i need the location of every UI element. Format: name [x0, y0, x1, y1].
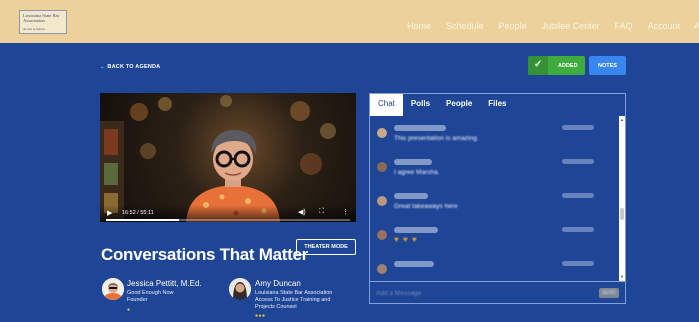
- check-icon: ✓: [534, 59, 543, 70]
- chat-message: Great takeaways here: [370, 187, 619, 217]
- speaker-name: Amy Duncan: [255, 279, 301, 288]
- added-to-agenda-button[interactable]: ✓ ADDED: [528, 56, 585, 75]
- avatar: [377, 230, 387, 240]
- tab-people[interactable]: People: [438, 94, 480, 116]
- main-nav: Home Schedule People Jubilee Center FAQ …: [407, 21, 680, 31]
- notes-button[interactable]: NOTES: [589, 56, 626, 75]
- chat-panel: Chat Polls People Files This presentatio…: [369, 93, 626, 304]
- session-title: Conversations That Matter: [101, 245, 308, 264]
- message-time: [562, 159, 594, 164]
- avatar: [229, 278, 251, 300]
- message-time: [562, 193, 594, 198]
- avatar: [377, 196, 387, 206]
- message-author: [394, 193, 428, 199]
- logo-line-1: Louisiana State Bar Association: [23, 13, 60, 23]
- message-author: [394, 159, 432, 165]
- message-text: I agree Marsha.: [394, 169, 440, 176]
- chat-message: ♥ ♥ ♥: [370, 221, 619, 251]
- speaker-role: Founder: [127, 297, 148, 303]
- message-author: [394, 227, 438, 233]
- message-author: [394, 125, 446, 131]
- speaker-dots: ●: [127, 307, 131, 313]
- fullscreen-icon[interactable]: ⛶: [319, 208, 324, 216]
- nav-home[interactable]: Home: [407, 21, 431, 31]
- play-icon[interactable]: ▶: [107, 209, 112, 217]
- session-page: ← BACK TO AGENDA ✓ ADDED NOTES ▶ 16:52 /…: [0, 43, 699, 322]
- chat-message-input[interactable]: [376, 287, 592, 299]
- message-time: [562, 227, 594, 232]
- speaker-organization: Louisiana State Bar Association: [255, 290, 333, 296]
- send-button[interactable]: SEND: [599, 288, 619, 298]
- book: [104, 163, 118, 185]
- bokeh-light: [130, 103, 148, 121]
- speaker-organization: Good Enough Now: [127, 290, 174, 296]
- theater-mode-button[interactable]: THEATER MODE: [296, 239, 356, 255]
- nav-overflow-item[interactable]: A: [694, 21, 699, 31]
- message-time: [562, 125, 594, 130]
- speaker-name: Jessica Pettitt, M.Ed.: [127, 279, 202, 288]
- send-label: SEND: [602, 290, 616, 296]
- speaker-dots: ●●●: [255, 313, 266, 319]
- more-vertical-icon[interactable]: ⋮: [342, 208, 349, 216]
- chat-scrollbar[interactable]: ▲ ▼: [619, 116, 625, 281]
- scroll-down-icon[interactable]: ▼: [619, 274, 625, 279]
- video-progress-fill: [106, 219, 180, 221]
- chat-message: This presentation is amazing.: [370, 119, 619, 149]
- message-text: Great takeaways here: [394, 203, 458, 210]
- logo-line-2: Access to Justice: [23, 27, 45, 31]
- bokeh-light: [300, 153, 322, 175]
- theater-mode-label: THEATER MODE: [304, 244, 348, 250]
- message-time: [562, 261, 594, 266]
- chat-compose-row: SEND: [370, 281, 625, 303]
- top-navigation-bar: Louisiana State Bar Association Access t…: [0, 0, 699, 43]
- added-label: ADDED: [558, 63, 578, 69]
- message-author: [394, 261, 434, 267]
- video-controls: ▶ 16:52 / 55:11 ◀) ⛶ ⋮: [100, 205, 356, 222]
- speaker-role-continued: Projects Counsel: [255, 304, 297, 310]
- video-time: 16:52 / 55:11: [122, 210, 154, 216]
- nav-people[interactable]: People: [499, 21, 527, 31]
- chat-tabs: Chat Polls People Files: [370, 94, 625, 116]
- tab-chat[interactable]: Chat: [370, 94, 403, 116]
- bokeh-light: [290, 101, 310, 121]
- avatar: [377, 128, 387, 138]
- chat-message-list[interactable]: This presentation is amazing. I agree Ma…: [370, 116, 619, 281]
- bokeh-light: [158, 97, 172, 111]
- tab-polls[interactable]: Polls: [403, 94, 438, 116]
- message-text: This presentation is amazing.: [394, 135, 479, 142]
- tab-files[interactable]: Files: [480, 94, 514, 116]
- book: [104, 129, 118, 155]
- nav-account[interactable]: Account: [648, 21, 681, 31]
- bokeh-light: [320, 123, 336, 139]
- message-hearts: ♥ ♥ ♥: [394, 235, 418, 244]
- bokeh-light: [140, 143, 156, 159]
- speaker-role: Access To Justice Training and: [255, 297, 331, 303]
- video-player[interactable]: ▶ 16:52 / 55:11 ◀) ⛶ ⋮: [100, 93, 356, 222]
- nav-schedule[interactable]: Schedule: [446, 21, 484, 31]
- scroll-up-icon[interactable]: ▲: [619, 117, 625, 122]
- chat-message: I agree Marsha.: [370, 153, 619, 183]
- video-progress-bar[interactable]: [106, 219, 350, 221]
- nav-jubilee-center[interactable]: Jubilee Center: [542, 21, 600, 31]
- avatar: [377, 162, 387, 172]
- volume-icon[interactable]: ◀): [298, 208, 306, 216]
- avatar: [377, 264, 387, 274]
- association-logo[interactable]: Louisiana State Bar Association Access t…: [19, 10, 67, 34]
- nav-faq[interactable]: FAQ: [615, 21, 633, 31]
- avatar: [102, 278, 124, 300]
- bokeh-light: [220, 95, 232, 107]
- notes-label: NOTES: [598, 63, 617, 69]
- back-to-agenda-link[interactable]: ← BACK TO AGENDA: [100, 64, 160, 70]
- chat-message: [370, 255, 619, 281]
- scroll-thumb[interactable]: [620, 208, 624, 220]
